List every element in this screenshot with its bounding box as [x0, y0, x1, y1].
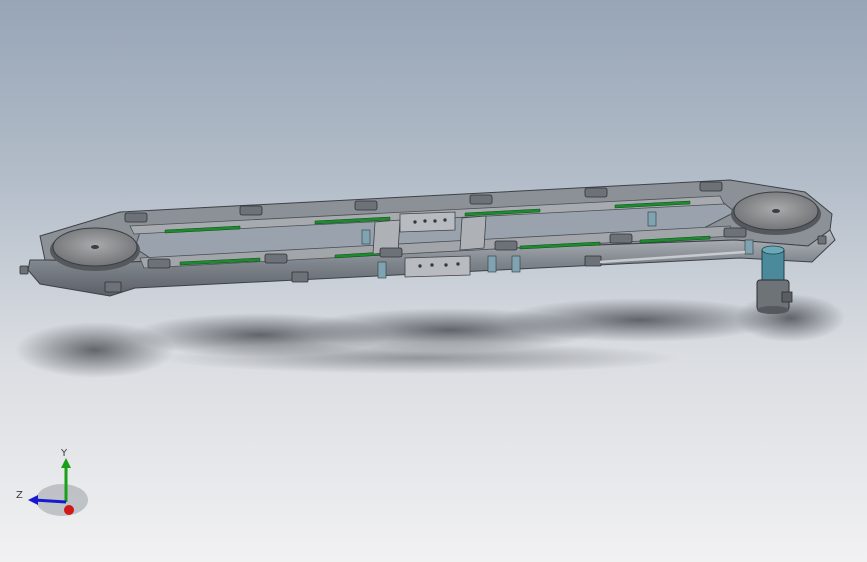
conveyor-model[interactable]: [19, 179, 836, 314]
model-shadow: [15, 294, 845, 378]
left-sprocket-disc[interactable]: [50, 227, 140, 271]
3d-viewport[interactable]: Y Z: [0, 0, 867, 562]
z-axis-label: Z: [16, 490, 23, 501]
y-axis-label: Y: [60, 448, 68, 459]
z-axis-icon: [33, 498, 67, 504]
orientation-triad[interactable]: Y Z: [16, 448, 88, 516]
x-axis-icon: [64, 505, 74, 515]
